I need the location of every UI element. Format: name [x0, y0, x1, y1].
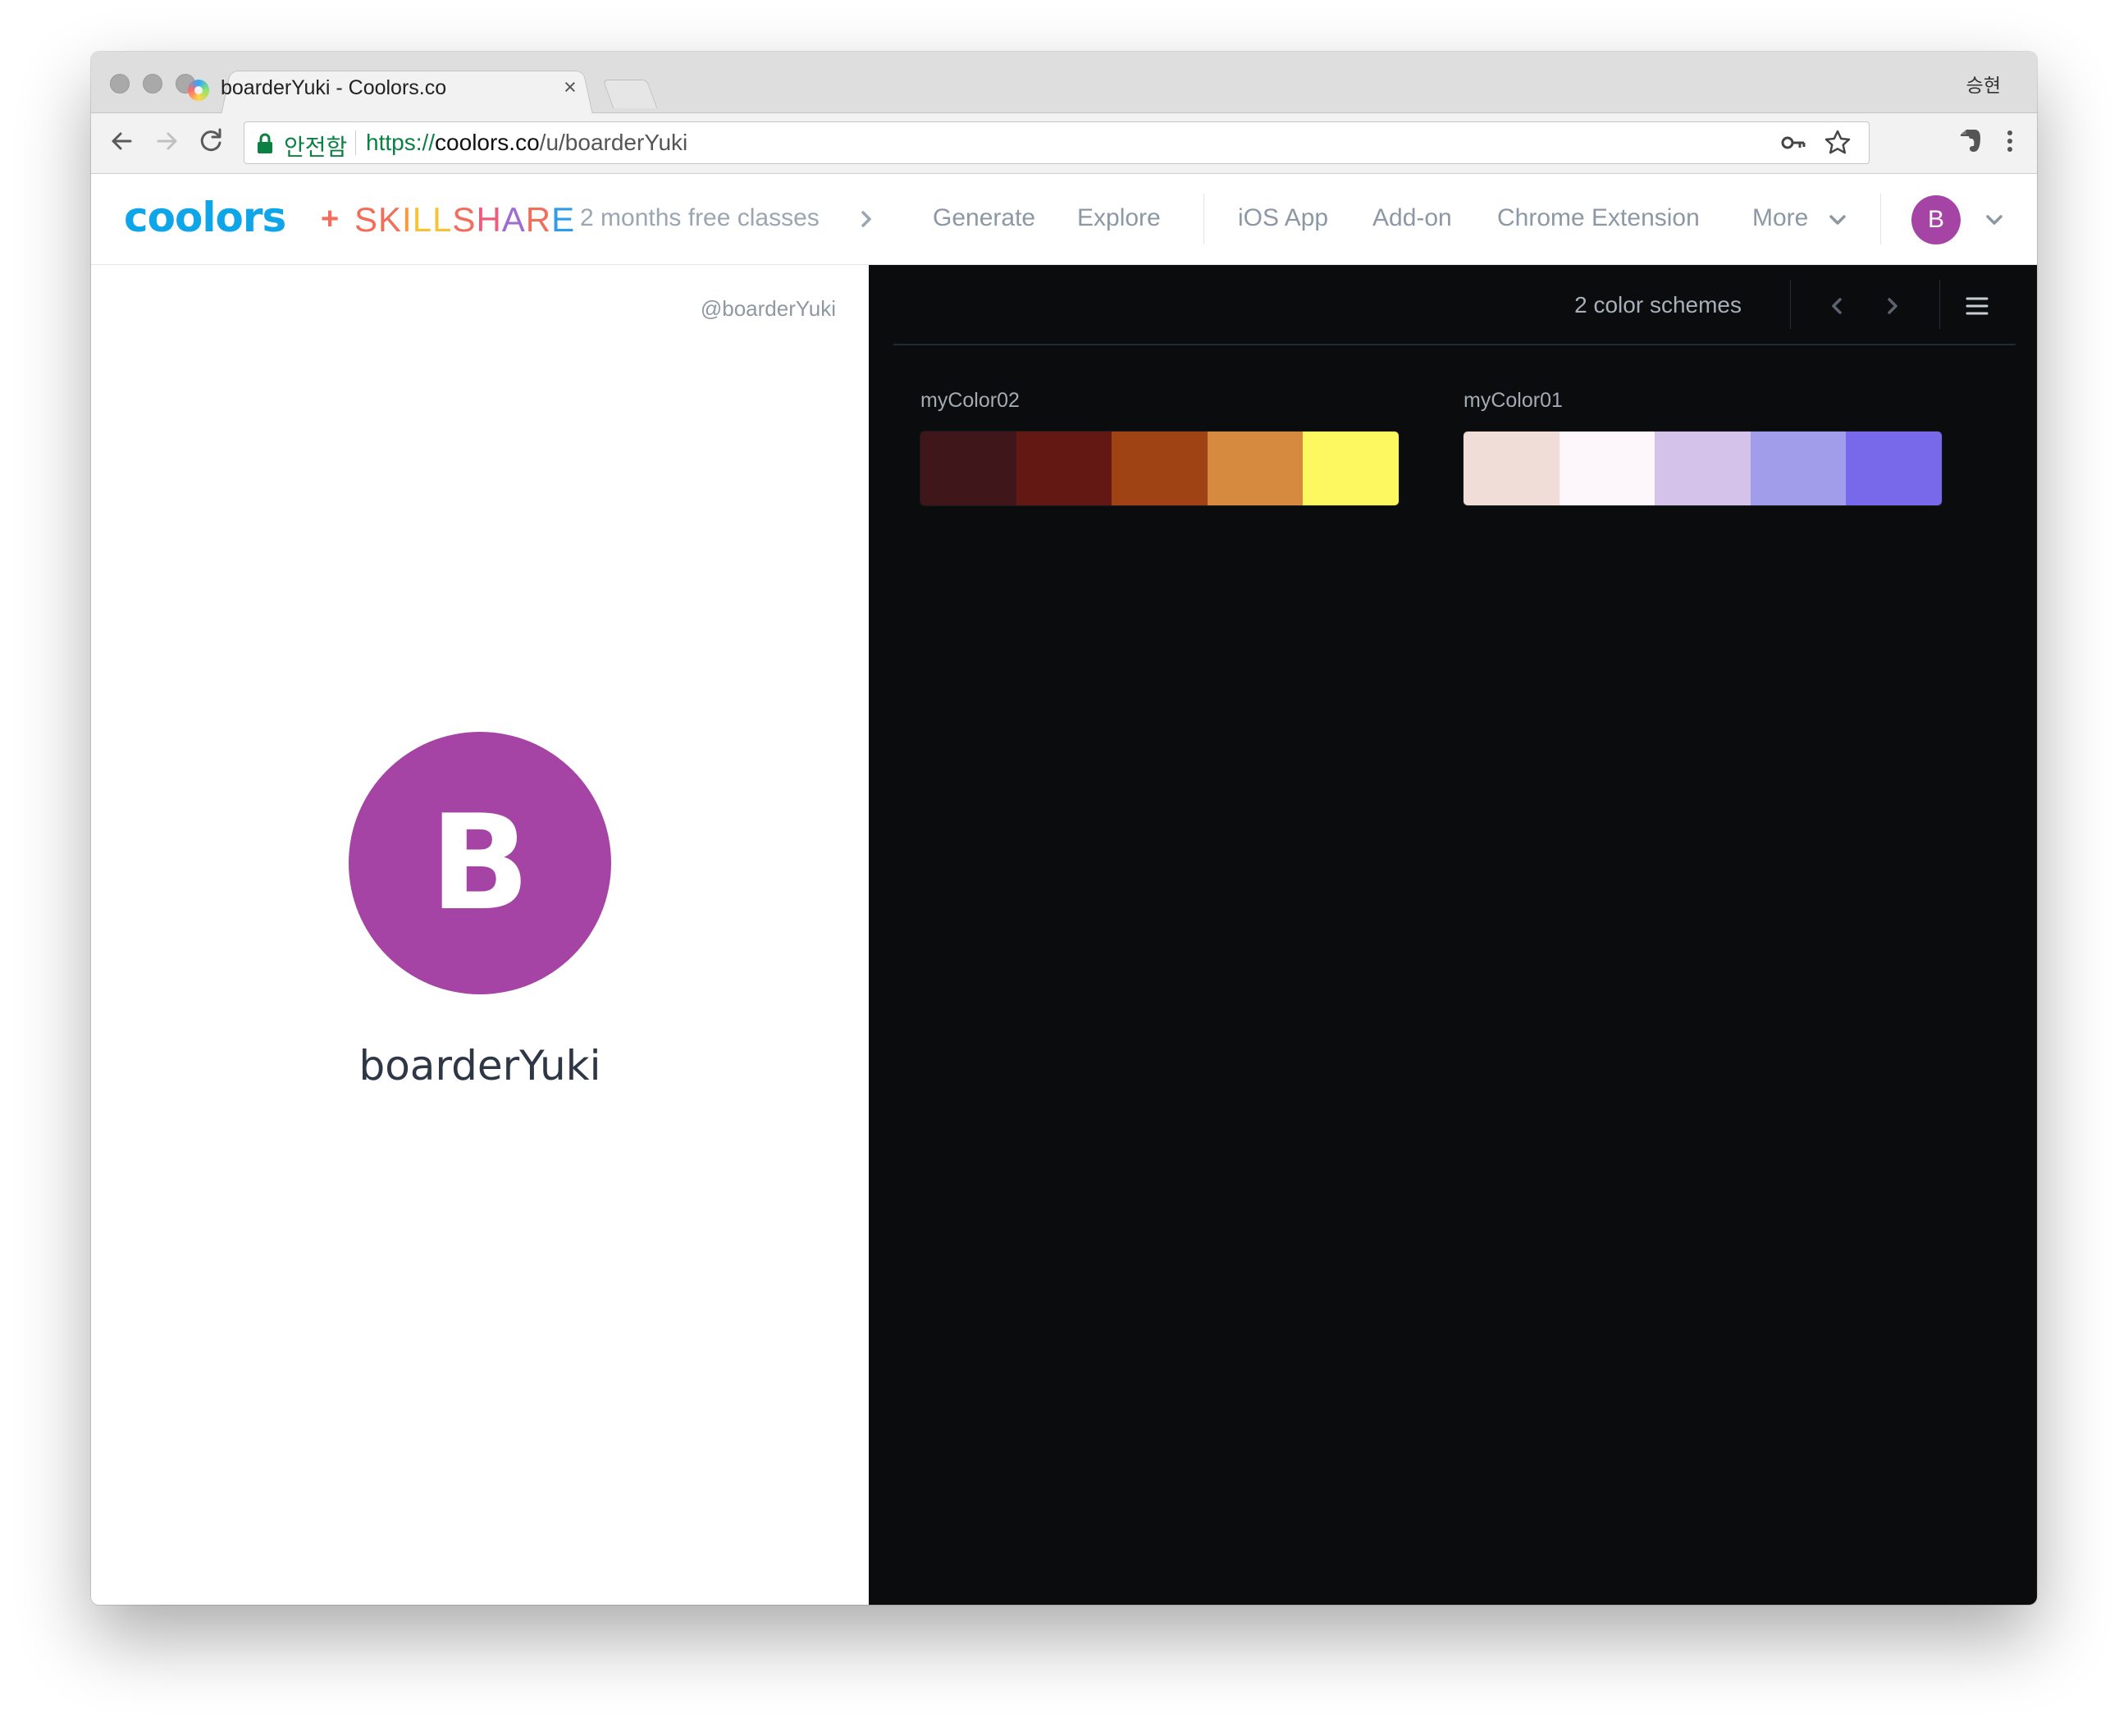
address-divider — [355, 130, 356, 155]
nav-explore[interactable]: Explore — [1077, 204, 1161, 232]
profile-handle: @boarderYuki — [700, 296, 836, 321]
menu-dots-icon[interactable] — [1993, 125, 2026, 158]
skillshare-letter: R — [525, 200, 552, 239]
nav-ios-app[interactable]: iOS App — [1238, 204, 1328, 232]
hamburger-menu-icon[interactable] — [1961, 290, 1993, 322]
url-path: /u/boarderYuki — [539, 130, 688, 155]
color-swatch[interactable] — [1207, 432, 1304, 505]
browser-window: boarderYuki - Coolors.co × 승현 안전함 https:… — [91, 52, 2037, 1605]
nav-add-on[interactable]: Add-on — [1372, 204, 1452, 232]
back-arrow-icon[interactable] — [104, 123, 140, 159]
color-swatch[interactable] — [1464, 432, 1559, 505]
secure-label: 안전함 — [284, 135, 348, 160]
scheme-count: 2 color schemes — [1574, 292, 1742, 318]
skillshare-logo[interactable]: SKILLSHARE — [354, 200, 575, 240]
user-avatar[interactable]: B — [1911, 195, 1961, 244]
new-tab-button[interactable] — [602, 80, 658, 108]
account-chevron-down-icon[interactable] — [1985, 212, 2003, 227]
palette-name[interactable]: myColor01 — [1464, 389, 1563, 413]
url-text[interactable]: https://coolors.co/u/boarderYuki — [366, 130, 687, 156]
nav-more[interactable]: More — [1752, 204, 1808, 232]
tab-title: boarderYuki - Coolors.co — [221, 76, 447, 99]
browser-profile-name[interactable]: 승현 — [1966, 70, 2001, 98]
color-swatch[interactable] — [1846, 432, 1942, 505]
key-icon[interactable] — [1779, 128, 1808, 158]
skillshare-letter: L — [412, 200, 433, 239]
header-divider — [1203, 194, 1204, 244]
chevron-right-icon — [861, 211, 871, 227]
browser-toolbar: 안전함 https://coolors.co/u/boarderYuki — [91, 113, 2037, 174]
lock-icon — [258, 133, 272, 153]
color-swatch[interactable] — [1750, 432, 1847, 505]
panel-divider — [1939, 280, 1940, 329]
url-scheme: https:// — [366, 130, 436, 155]
tab-close-button[interactable]: × — [564, 75, 577, 100]
skillshare-letter: E — [551, 200, 576, 239]
color-swatch[interactable] — [1655, 432, 1751, 505]
skillshare-letter: S — [452, 200, 477, 239]
panel-divider — [1790, 280, 1791, 329]
profile-panel: @boarderYuki B boarderYuki — [91, 265, 869, 1605]
forward-arrow-icon[interactable] — [148, 123, 185, 159]
chevron-left-icon[interactable] — [1820, 290, 1853, 322]
address-bar[interactable]: 안전함 https://coolors.co/u/boarderYuki — [244, 121, 1870, 164]
tab-strip: boarderYuki - Coolors.co × 승현 — [91, 52, 2037, 115]
coolors-favicon-icon — [188, 80, 209, 101]
skillshare-letter: K — [378, 200, 403, 239]
nav-generate[interactable]: Generate — [933, 204, 1035, 232]
skillshare-letter: H — [476, 200, 502, 239]
plus-sign: + — [321, 202, 340, 236]
color-schemes-panel: 2 color schemes myColor02 myColor01 — [869, 265, 2037, 1605]
color-swatch[interactable] — [1016, 432, 1112, 505]
evernote-extension-icon[interactable] — [1953, 125, 1986, 158]
palette-name[interactable]: myColor02 — [920, 389, 1020, 413]
url-host: coolors.co — [435, 130, 540, 155]
color-swatch[interactable] — [920, 432, 1016, 505]
color-swatch[interactable] — [1303, 432, 1399, 505]
skillshare-letter: L — [432, 200, 453, 239]
skillshare-letter: S — [354, 200, 379, 239]
minimize-window-button[interactable] — [143, 74, 162, 94]
profile-username: boarderYuki — [358, 1042, 601, 1090]
panel-header-rule — [893, 344, 2016, 345]
header-divider — [1880, 194, 1881, 244]
close-window-button[interactable] — [110, 74, 130, 94]
coolors-logo[interactable]: coolors — [124, 194, 286, 241]
skillshare-letter: I — [402, 200, 413, 239]
color-swatch[interactable] — [1559, 432, 1655, 505]
site-header: coolors + SKILLSHARE 2 months free class… — [91, 174, 2037, 265]
skillshare-letter: A — [501, 200, 526, 239]
chevron-down-icon[interactable] — [1829, 212, 1847, 227]
chevron-right-icon[interactable] — [1876, 290, 1909, 322]
reload-icon[interactable] — [193, 123, 229, 159]
star-bookmark-icon[interactable] — [1823, 128, 1852, 158]
nav-chrome-extension[interactable]: Chrome Extension — [1497, 204, 1700, 232]
color-swatch[interactable] — [1112, 432, 1208, 505]
palette-strip[interactable] — [920, 432, 1399, 505]
profile-avatar: B — [349, 732, 611, 994]
promo-link[interactable]: 2 months free classes — [580, 204, 820, 232]
palette-strip[interactable] — [1464, 432, 1942, 505]
